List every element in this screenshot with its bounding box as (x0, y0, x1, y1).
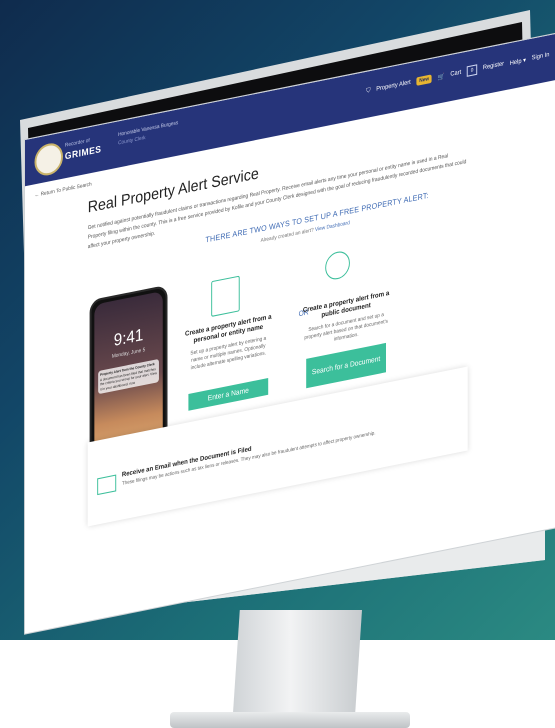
envelope-icon (97, 474, 117, 496)
cart-label[interactable]: Cart (450, 70, 461, 78)
cart-icon[interactable]: 🛒 (438, 72, 445, 81)
navbar-actions: ⛉ Property Alert New 🛒 Cart 0 Register H… (366, 50, 549, 97)
screen-wrap: Recorder of GRIMES Honorable Vanessa Bur… (25, 32, 555, 634)
option-doc: Create a property alert from a public do… (302, 290, 389, 351)
monitor-stand-foot (170, 712, 410, 728)
checklist-icon (211, 275, 240, 317)
monitor: Recorder of GRIMES Honorable Vanessa Bur… (0, 0, 555, 728)
register-link[interactable]: Register (483, 61, 504, 72)
help-menu[interactable]: Help ▾ (510, 56, 526, 67)
phone-notification: Property Alert from the County Clerk A d… (98, 358, 159, 395)
notif-time: now (129, 379, 136, 386)
option-name: Create a property alert from a personal … (185, 313, 272, 374)
signin-link[interactable]: Sign In (532, 52, 550, 62)
help-label: Help (509, 58, 522, 67)
screen: Recorder of GRIMES Honorable Vanessa Bur… (25, 33, 555, 634)
county-seal-icon (34, 140, 63, 178)
info-text: These filings may be actions such as tax… (121, 431, 376, 488)
property-alert-link[interactable]: Property Alert (376, 80, 411, 93)
search-document-icon (325, 249, 350, 282)
monitor-stand (232, 610, 362, 728)
cart-count: 0 (466, 64, 478, 77)
clerk-name: Honorable Vanessa Burgess (118, 119, 179, 139)
top-navbar: Recorder of GRIMES Honorable Vanessa Bur… (25, 33, 555, 187)
search-document-button[interactable]: Search for a Document (306, 342, 386, 389)
shield-icon: ⛉ (366, 87, 371, 95)
new-badge: New (416, 74, 432, 86)
return-link[interactable]: ← Return To Public Search (35, 181, 92, 199)
enter-name-button[interactable]: Enter a Name (188, 378, 269, 411)
view-dashboard-link[interactable]: View Dashboard (315, 220, 350, 233)
